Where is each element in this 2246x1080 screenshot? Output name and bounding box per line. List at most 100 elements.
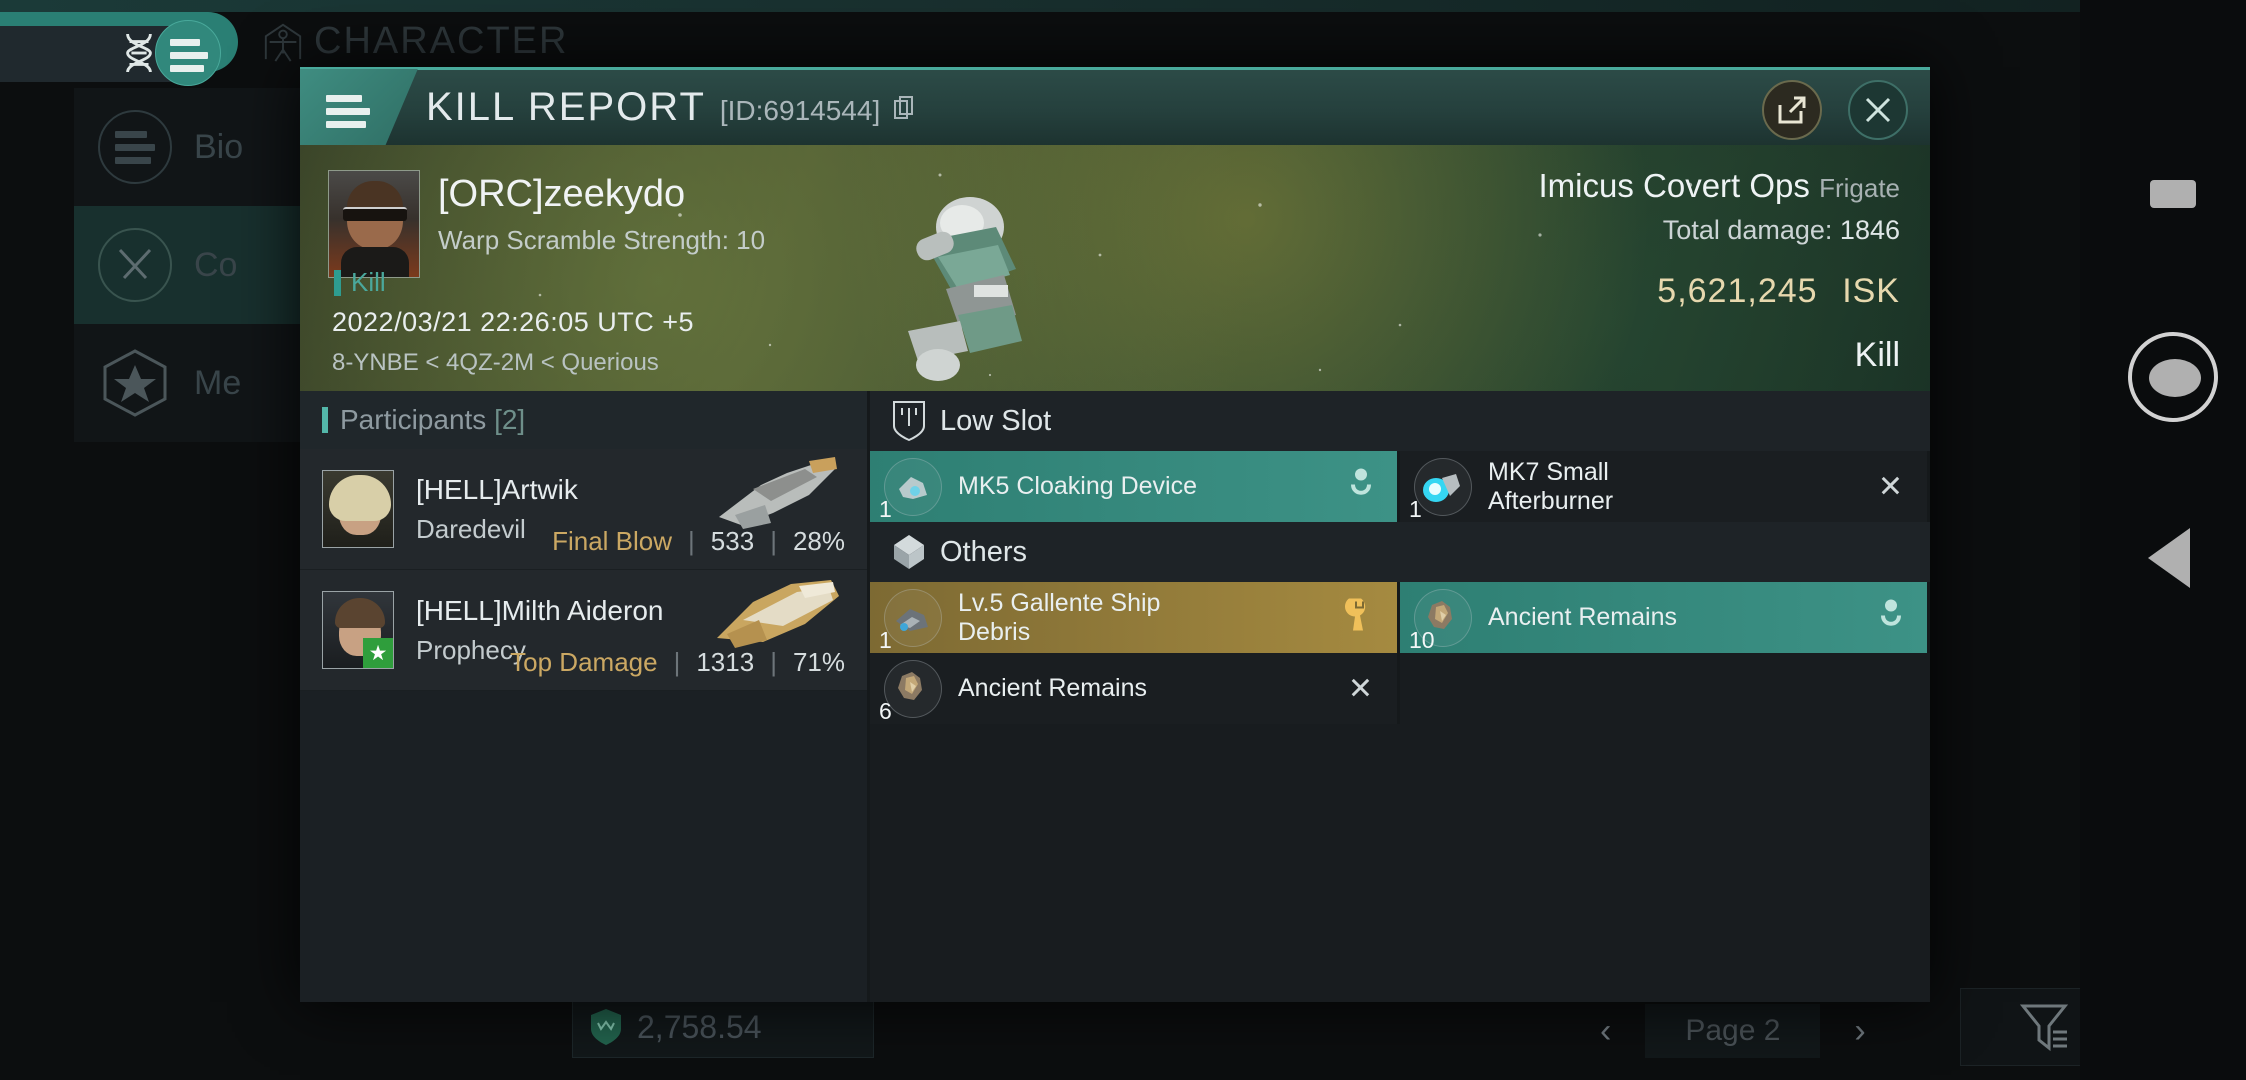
isk-unit: ISK [1842,272,1900,310]
star-hexagon-icon [98,346,172,420]
page-indicator: Page 2 [1645,1004,1821,1058]
participant-ship-thumb [717,580,839,648]
victim-ship-class: Frigate [1819,173,1900,203]
loot-grid-others: 1 Lv.5 Gallente Ship Debris 10 Ancient R… [870,582,1930,724]
participant-stat-label: Final Blow [552,526,673,556]
item-quantity: 6 [879,697,892,724]
item-thumbnail: 1 [879,457,942,522]
star-badge-icon: ★ [363,638,393,668]
wrench-icon [1343,596,1373,637]
person-icon [1879,598,1903,637]
stat-separator: | [673,647,681,677]
modal-report-id: [ID:6914544] [719,95,881,126]
list-item[interactable]: 10 Ancient Remains [1400,582,1930,653]
stat-separator: | [770,647,777,677]
total-damage-line: Total damage: 1846 [1539,215,1900,246]
participant-name: [HELL]Artwik [416,473,578,505]
menu-toggle-button[interactable] [155,20,221,86]
copy-icon[interactable] [894,96,914,120]
modal-menu-button[interactable] [300,68,418,147]
participant-damage: 533 [710,526,755,556]
victim-name: [ORC]zeekydo [438,173,686,215]
wallet-amount: 2,758.54 [637,1008,762,1045]
table-row[interactable]: ★ [HELL]Milth Aideron Prophecy Top Damag… [300,570,867,691]
list-item[interactable]: 6 Ancient Remains ✕ [870,653,1400,724]
modal-title-group: KILL REPORT [ID:6914544] [426,85,914,130]
list-icon [98,110,172,184]
x-icon: ✕ [1347,672,1373,705]
item-quantity: 1 [879,626,892,653]
isk-value-line: 5,621,245 ISK [1539,258,1901,314]
table-row[interactable]: [HELL]Artwik Daredevil Final Blow | 533 … [300,449,867,570]
vitruvian-icon [264,23,302,62]
square-icon[interactable] [2150,180,2196,208]
wallet-widget[interactable]: 2,758.54 [572,996,874,1058]
participant-name: [HELL]Milth Aideron [416,594,664,626]
kill-timestamp: 2022/03/21 22:26:05 UTC +5 [332,307,695,337]
sidebar-item-label: Co [194,245,238,284]
victim-subtitle: Warp Scramble Strength: 10 [438,225,766,255]
android-nav-bar [2080,0,2246,1080]
cloaking-device-icon [899,476,927,499]
item-quantity: 1 [879,495,892,522]
external-link-icon[interactable] [1762,80,1822,140]
kill-summary: Imicus Covert Ops Frigate Total damage: … [1539,167,1901,375]
item-thumbnail: 1 [879,588,942,653]
list-item[interactable]: 1 Lv.5 Gallente Ship Debris [870,582,1400,653]
wallet-shield-icon [591,1009,621,1045]
victim-ship-art [908,197,1022,381]
item-name: Lv.5 Gallente Ship Debris [958,588,1161,646]
ancient-remains-icon [898,671,922,700]
triangle-back-icon[interactable] [2148,528,2190,588]
loot-grid-empty-cell [1400,653,1930,724]
participant-stat-label: Top Damage [510,647,658,677]
participant-damage: 1313 [696,647,755,677]
list-item[interactable]: 1 MK5 Cloaking Device [870,451,1400,522]
pagination: ‹ Page 2 › [1600,1004,1866,1058]
sidebar-item-label: Me [194,363,242,402]
item-thumbnail: 6 [879,659,942,724]
close-icon[interactable] [1848,80,1908,140]
list-item[interactable]: 1 MK7 Small Afterburner ✕ [1400,451,1930,522]
sidebar-item-label: Bio [194,127,244,166]
kill-report-modal: KILL REPORT [ID:6914544] [ORC]zeekydo Wa… [300,67,1930,1002]
crossed-swords-icon [98,228,172,302]
stat-separator: | [688,526,695,556]
loot-section-title: Low Slot [940,404,1052,437]
victim-ship-name: Imicus Covert Ops [1538,167,1810,204]
victim-ship-line: Imicus Covert Ops Frigate [1539,167,1901,205]
modal-body: Participants [2] [HELL]Artwik Daredevil [300,391,1930,1002]
total-damage-value: 1846 [1839,215,1900,245]
kill-result: Kill [1854,336,1900,374]
participant-ship-thumb [719,457,837,529]
loot-section-header-low-slot: Low Slot [870,391,1930,451]
item-name: MK7 Small Afterburner [1488,457,1614,515]
circle-icon[interactable] [2128,332,2218,422]
modal-header-actions [1762,80,1908,140]
stat-separator: | [770,526,777,556]
item-name: Ancient Remains [958,674,1147,703]
top-accent-strip [0,0,2246,12]
item-name: MK5 Cloaking Device [958,472,1197,501]
person-icon [1349,467,1373,506]
isk-amount: 5,621,245 [1657,272,1818,310]
modal-header: KILL REPORT [ID:6914544] [300,67,1930,147]
participant-percent: 71% [792,647,845,677]
hamburger-icon [170,39,208,72]
participant-stats: Final Blow | 533 | 28% [552,526,845,557]
dna-icon [126,33,152,73]
next-page-button[interactable]: › [1854,1012,1865,1051]
participants-label: Participants [340,404,487,435]
kill-status-label: Kill [351,267,386,297]
item-thumbnail: 10 [1409,588,1472,653]
participants-panel: Participants [2] [HELL]Artwik Daredevil [300,391,870,1002]
afterburner-icon [1423,473,1460,502]
ship-debris-icon [896,608,928,631]
prev-page-button[interactable]: ‹ [1600,1012,1611,1051]
item-thumbnail: 1 [1409,457,1472,522]
victim-portrait [328,170,420,278]
item-quantity: 1 [1409,495,1422,522]
top-left-tab[interactable] [0,12,238,86]
avatar: ★ [322,591,394,669]
section-accent-bar [322,407,328,433]
